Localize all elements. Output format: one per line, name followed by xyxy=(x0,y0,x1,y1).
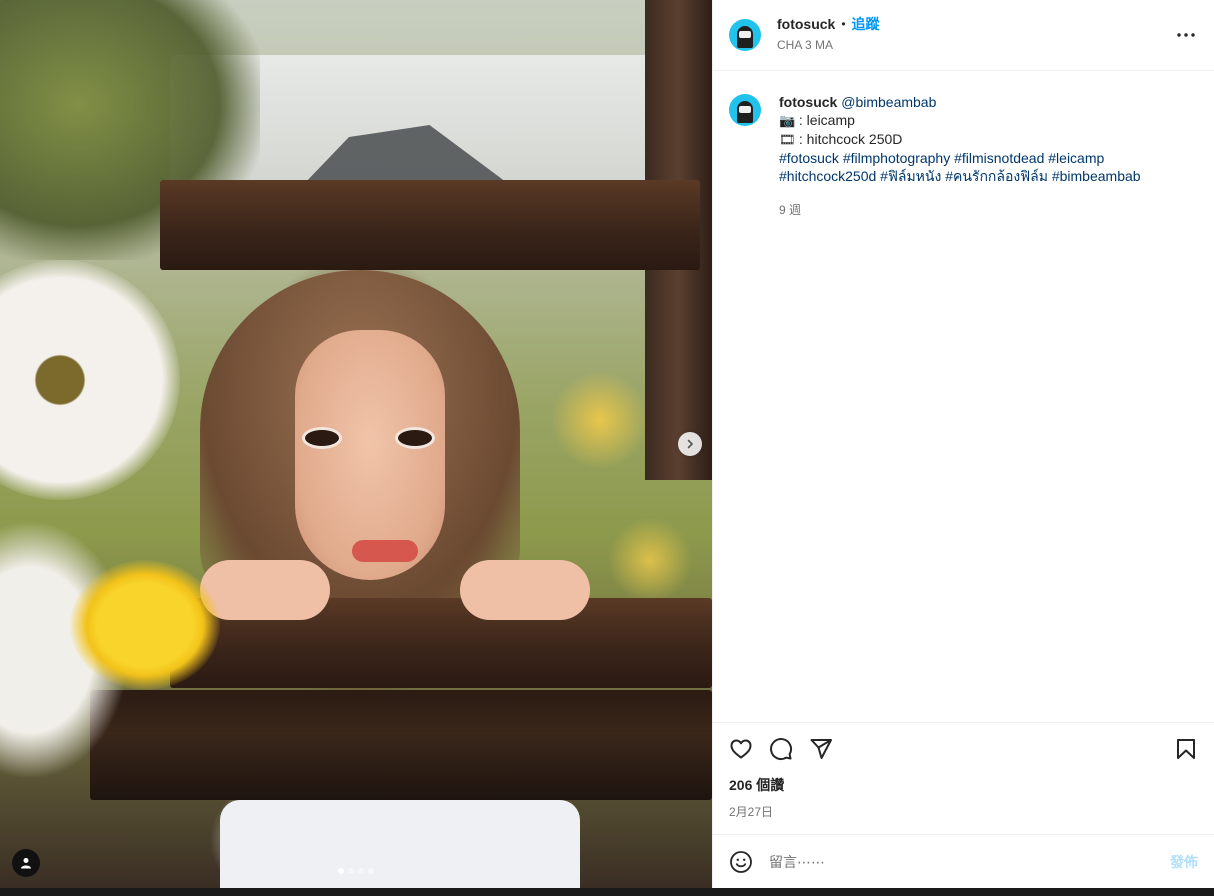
photo-eye-right xyxy=(398,430,432,446)
carousel-dot xyxy=(358,868,364,874)
share-icon xyxy=(810,739,832,759)
post-comment-button[interactable]: 發佈 xyxy=(1170,852,1198,872)
tagged-users-button[interactable] xyxy=(12,849,40,877)
chevron-right-icon xyxy=(687,439,693,449)
smiley-icon xyxy=(730,850,752,873)
caption-mention[interactable]: @bimbeambab xyxy=(841,94,936,110)
post-caption: fotosuck @bimbeambab 📷 : leicamp 🎞 : hit… xyxy=(729,93,1198,219)
more-horizontal-icon xyxy=(1177,33,1195,37)
photo-daisy xyxy=(0,260,180,500)
avatar-camera xyxy=(739,106,751,113)
emoji-picker-button[interactable] xyxy=(729,850,753,874)
photo-fence-beam-bottom xyxy=(90,690,712,800)
heart-icon xyxy=(730,739,752,759)
caption-hashtags-line2[interactable]: #hitchcock250d #ฟิล์มหนัง #คนรักกล้องฟิล… xyxy=(779,167,1141,185)
film-emoji: 🎞 xyxy=(779,132,796,147)
post-header: fotosuck • 追蹤 CHA 3 MA xyxy=(713,0,1214,71)
post-side-panel: fotosuck • 追蹤 CHA 3 MA fotosuck @bimbeam… xyxy=(712,0,1214,888)
comment-input[interactable] xyxy=(769,853,1170,870)
camera-emoji: 📷 xyxy=(779,113,796,128)
avatar-camera xyxy=(739,31,751,38)
post-author-username[interactable]: fotosuck xyxy=(777,16,835,32)
post-photo[interactable] xyxy=(0,0,712,888)
photo-hand-right xyxy=(460,560,590,620)
carousel-dot xyxy=(368,868,374,874)
comments-section: fotosuck @bimbeambab 📷 : leicamp 🎞 : hit… xyxy=(713,71,1214,722)
caption-film-text: : hitchcock 250D xyxy=(798,131,903,147)
photo-eye-left xyxy=(305,430,339,446)
caption-username[interactable]: fotosuck xyxy=(779,94,837,110)
share-button[interactable] xyxy=(809,729,849,769)
photo-sunflower xyxy=(70,560,220,690)
carousel-dot-active xyxy=(338,868,344,874)
bookmark-icon xyxy=(1177,739,1195,759)
post-actions: 206 個讚 2月27日 xyxy=(713,722,1214,834)
caption-hashtags-line1[interactable]: #fotosuck #filmphotography #filmisnotdea… xyxy=(779,149,1141,167)
comment-button[interactable] xyxy=(769,729,809,769)
caption-avatar[interactable] xyxy=(729,94,761,126)
comment-icon xyxy=(770,738,793,761)
user-icon xyxy=(21,858,31,869)
add-comment-form: 發佈 xyxy=(713,834,1214,888)
more-options-button[interactable] xyxy=(1174,23,1198,47)
photo-dress xyxy=(220,800,580,888)
carousel-next-button[interactable] xyxy=(678,432,702,456)
photo-fence-beam-top xyxy=(160,180,700,270)
carousel-dot xyxy=(348,868,354,874)
follow-button[interactable]: 追蹤 xyxy=(852,14,880,34)
likes-count[interactable]: 206 個讚 xyxy=(729,775,1198,795)
caption-timestamp[interactable]: 9 週 xyxy=(779,201,1141,219)
post-date[interactable]: 2月27日 xyxy=(729,803,1198,820)
post-location[interactable]: CHA 3 MA xyxy=(777,38,880,52)
background-feed-strip xyxy=(0,888,1214,896)
post-modal: fotosuck • 追蹤 CHA 3 MA fotosuck @bimbeam… xyxy=(0,0,1214,888)
photo-hand-left xyxy=(200,560,330,620)
header-separator: • xyxy=(841,17,846,31)
like-button[interactable] xyxy=(729,729,769,769)
save-button[interactable] xyxy=(1158,729,1198,769)
avatar[interactable] xyxy=(729,19,761,51)
photo-lips xyxy=(352,540,418,562)
caption-camera-text: : leicamp xyxy=(798,112,855,128)
carousel-indicator xyxy=(338,868,374,874)
